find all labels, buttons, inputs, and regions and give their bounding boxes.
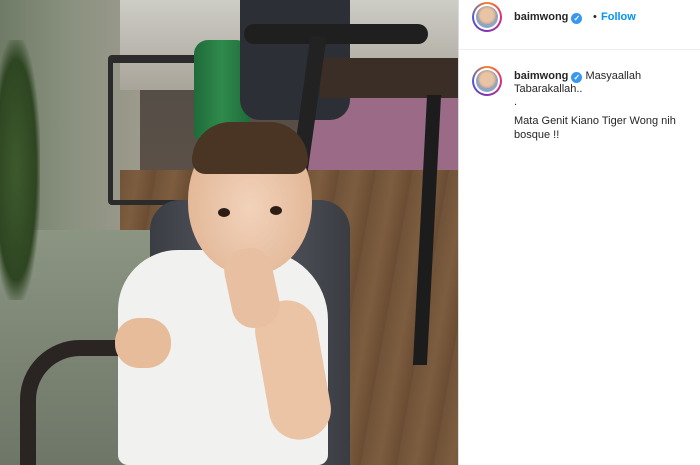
caption-text-line2: Tabarakallah.. <box>514 83 583 95</box>
caption-avatar[interactable] <box>472 66 502 96</box>
caption-first-line: baimwong ✓ Masyaallah <box>514 70 694 83</box>
caption-text-line1: Masyaallah <box>585 70 642 82</box>
verified-badge-icon: ✓ <box>571 72 583 83</box>
stroller-handlebar <box>244 24 428 44</box>
caption-text-line4: Mata Genit Kiano Tiger Wong nih bosque !… <box>514 115 676 141</box>
child-hand-left <box>115 318 171 368</box>
avatar-image <box>476 70 498 92</box>
post-video[interactable] <box>0 0 458 465</box>
post-sidebar: baimwong ✓ • Follow baimwong ✓ Masyaallah … <box>458 0 700 465</box>
stroller-armrest <box>20 340 130 465</box>
background-table <box>320 58 458 98</box>
child-hair <box>192 122 308 174</box>
background-plant <box>0 40 40 300</box>
child-eye-right <box>270 206 282 215</box>
post-caption: baimwong ✓ Masyaallah Tabarakallah.. . Ma… <box>459 0 700 465</box>
caption-username-link[interactable]: baimwong <box>514 70 568 82</box>
child-eye-left <box>218 208 230 217</box>
caption-text-line3: . <box>514 96 518 108</box>
